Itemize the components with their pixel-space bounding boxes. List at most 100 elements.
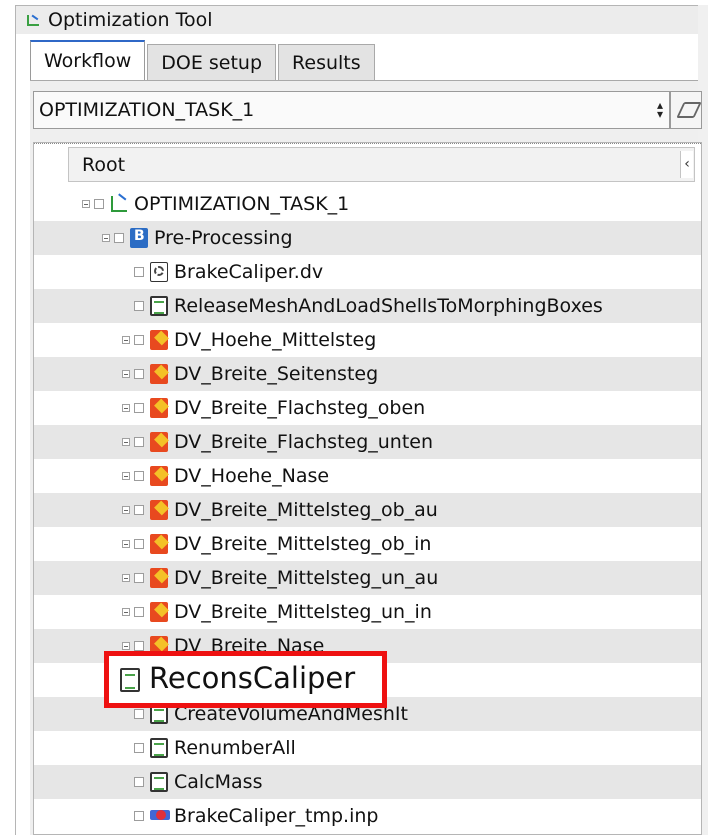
tree-row[interactable]: DV_Breite_Mittelsteg_un_au xyxy=(34,561,701,595)
input-file-icon xyxy=(150,806,170,826)
window-title: Optimization Tool xyxy=(48,9,213,31)
script-icon xyxy=(150,772,168,792)
tree-row[interactable]: BrakeCaliper_tmp.inp xyxy=(34,799,701,833)
tab-divider xyxy=(30,80,698,81)
expand-toggle-icon[interactable] xyxy=(122,642,130,650)
tree-row[interactable]: Pre-Processing xyxy=(34,221,701,255)
tree-row-label: OPTIMIZATION_TASK_1 xyxy=(134,193,350,215)
row-checkbox[interactable] xyxy=(134,743,144,753)
tree-row-label: DV_Hoehe_Nase xyxy=(174,465,330,487)
tree-row[interactable]: DV_Hoehe_Nase xyxy=(34,459,701,493)
tree-row-label: BrakeCaliper.dv xyxy=(174,261,324,283)
task-icon xyxy=(110,194,128,214)
tree-row-label: Pre-Processing xyxy=(154,227,293,249)
tree-row[interactable]: DV_Breite_Flachsteg_oben xyxy=(34,391,701,425)
task-select-value: OPTIMIZATION_TASK_1 xyxy=(39,99,255,121)
task-select[interactable]: OPTIMIZATION_TASK_1 ▴ ▾ xyxy=(33,91,670,129)
tree-row-label: RenumberAll xyxy=(174,737,296,759)
row-checkbox[interactable] xyxy=(134,505,144,515)
tree-row[interactable]: OPTIMIZATION_TASK_1 xyxy=(34,187,701,221)
tree-row-label: BrakeCaliper_tmp.inp xyxy=(174,805,379,827)
tree-row[interactable]: DV_Breite_Seitensteg xyxy=(34,357,701,391)
expand-toggle-icon[interactable] xyxy=(122,370,130,378)
row-checkbox[interactable] xyxy=(134,573,144,583)
row-checkbox[interactable] xyxy=(134,335,144,345)
tree-row[interactable]: DV_Breite_Mittelsteg_ob_in xyxy=(34,527,701,561)
design-variable-icon xyxy=(150,466,168,486)
expand-toggle-icon[interactable] xyxy=(122,336,130,344)
row-checkbox[interactable] xyxy=(134,709,144,719)
tree-divider xyxy=(34,143,701,146)
collapse-arrow-icon[interactable]: ‹ xyxy=(680,151,693,178)
script-icon xyxy=(150,738,168,758)
tree-row[interactable]: RenumberAll xyxy=(34,731,701,765)
tree-row-label: DV_Breite_Mittelsteg_ob_au xyxy=(174,499,438,521)
highlight-box: ReconsCaliper xyxy=(104,651,387,708)
tree-row[interactable]: DV_Hoehe_Mittelsteg xyxy=(34,323,701,357)
optimization-tool-icon xyxy=(26,14,39,26)
window-titlebar: Optimization Tool xyxy=(16,6,698,34)
expand-toggle-icon[interactable] xyxy=(122,540,130,548)
highlight-label: ReconsCaliper xyxy=(149,661,356,695)
script-icon xyxy=(150,296,168,316)
design-variable-icon xyxy=(150,500,168,520)
design-variable-icon xyxy=(150,602,168,622)
tree-row-label: DV_Breite_Mittelsteg_ob_in xyxy=(174,533,432,555)
tree-header-root[interactable]: Root ‹ xyxy=(68,147,695,182)
tree-row[interactable]: ReleaseMeshAndLoadShellsToMorphingBoxes xyxy=(34,289,701,323)
row-checkbox[interactable] xyxy=(134,539,144,549)
expand-toggle-icon[interactable] xyxy=(122,472,130,480)
tab-results[interactable]: Results xyxy=(278,44,375,80)
design-variable-icon xyxy=(150,534,168,554)
tree-row-label: DV_Breite_Mittelsteg_un_in xyxy=(174,601,432,623)
clear-button[interactable] xyxy=(670,91,702,129)
row-checkbox[interactable] xyxy=(134,437,144,447)
row-checkbox[interactable] xyxy=(114,233,124,243)
expand-toggle-icon[interactable] xyxy=(122,574,130,582)
outer-background xyxy=(0,0,15,835)
design-variable-icon xyxy=(150,398,168,418)
expand-toggle-icon[interactable] xyxy=(122,608,130,616)
expand-toggle-icon[interactable] xyxy=(102,234,110,242)
tree-row-label: CalcMass xyxy=(174,771,263,793)
expand-toggle-icon[interactable] xyxy=(122,438,130,446)
tree-row-label: DV_Breite_Flachsteg_unten xyxy=(174,431,434,453)
row-checkbox[interactable] xyxy=(134,607,144,617)
script-icon xyxy=(120,668,140,692)
row-checkbox[interactable] xyxy=(134,369,144,379)
row-checkbox[interactable] xyxy=(134,267,144,277)
tree-row-label: DV_Breite_Seitensteg xyxy=(174,363,379,385)
expand-toggle-icon[interactable] xyxy=(122,404,130,412)
row-checkbox[interactable] xyxy=(134,777,144,787)
tab-workflow[interactable]: Workflow xyxy=(30,40,146,80)
dv-file-icon xyxy=(150,262,168,282)
design-variable-icon xyxy=(150,364,168,384)
spin-arrows-icon[interactable]: ▴ ▾ xyxy=(657,99,663,120)
tree-row[interactable]: CalcMass xyxy=(34,765,701,799)
tree-row[interactable]: DV_Breite_Mittelsteg_ob_au xyxy=(34,493,701,527)
row-checkbox[interactable] xyxy=(134,811,144,821)
tree-header-label: Root xyxy=(82,153,126,176)
row-checkbox[interactable] xyxy=(134,471,144,481)
tab-doe-setup[interactable]: DOE setup xyxy=(147,44,277,80)
expand-toggle-icon[interactable] xyxy=(82,200,90,208)
row-checkbox[interactable] xyxy=(134,301,144,311)
expand-toggle-icon[interactable] xyxy=(122,506,130,514)
row-checkbox[interactable] xyxy=(134,641,144,651)
tree-row-label: DV_Breite_Mittelsteg_un_au xyxy=(174,567,439,589)
tab-bar: Workflow DOE setup Results xyxy=(30,40,377,80)
tree-row[interactable]: DV_Breite_Mittelsteg_un_in xyxy=(34,595,701,629)
workflow-tree[interactable]: Root ‹ OPTIMIZATION_TASK_1 Pre-Processing… xyxy=(33,142,702,835)
tree-row-label: ReleaseMeshAndLoadShellsToMorphingBoxes xyxy=(174,295,603,317)
row-checkbox[interactable] xyxy=(94,199,104,209)
tree-row[interactable]: BrakeCaliper.dv xyxy=(34,255,701,289)
row-checkbox[interactable] xyxy=(134,403,144,413)
design-variable-icon xyxy=(150,568,168,588)
window-border-left xyxy=(15,5,16,835)
tree-row-label: DV_Breite_Flachsteg_oben xyxy=(174,397,426,419)
design-variable-icon xyxy=(150,432,168,452)
design-variable-icon xyxy=(150,330,168,350)
tree-row[interactable]: DV_Breite_Flachsteg_unten xyxy=(34,425,701,459)
tree-row-label: DV_Hoehe_Mittelsteg xyxy=(174,329,377,351)
preprocessing-icon xyxy=(130,228,148,248)
